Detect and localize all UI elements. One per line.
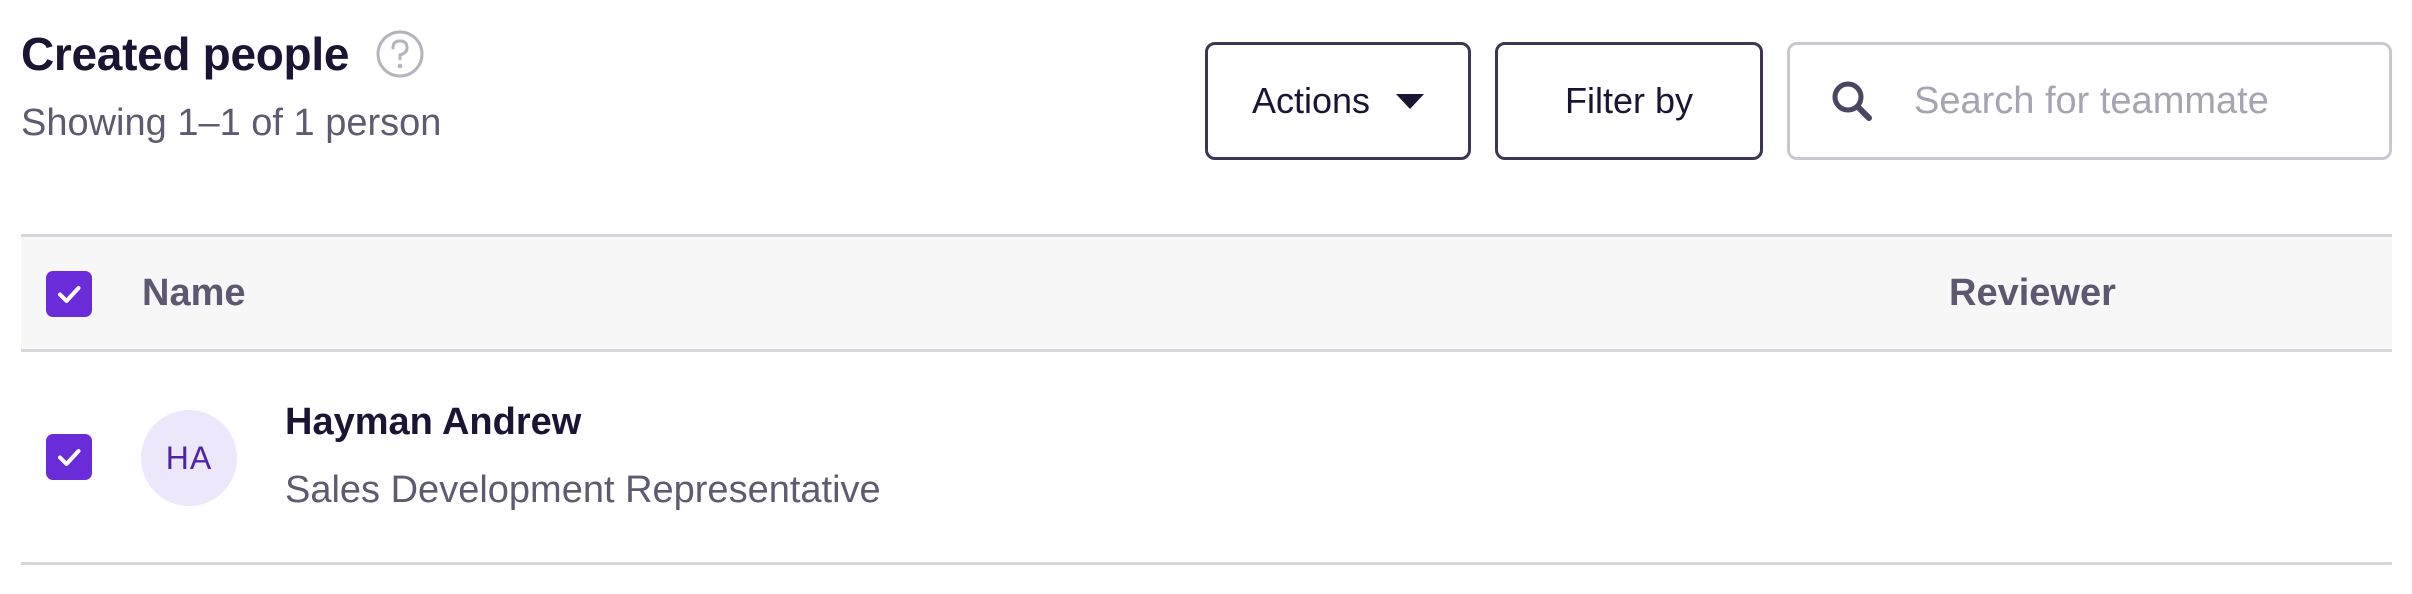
question-circle-icon[interactable]	[375, 29, 425, 79]
results-count: Showing 1–1 of 1 person	[21, 102, 442, 144]
title-row: Created people	[21, 26, 425, 82]
search-box[interactable]	[1787, 42, 2392, 160]
page-title: Created people	[21, 28, 350, 80]
caret-down-icon	[1396, 93, 1425, 109]
filter-by-button[interactable]: Filter by	[1495, 42, 1763, 160]
search-icon	[1830, 79, 1874, 123]
column-header-reviewer[interactable]: Reviewer	[1949, 267, 2116, 319]
table-row[interactable]: HA Hayman Andrew Sales Development Repre…	[21, 352, 2392, 565]
table-header: Name Reviewer	[21, 234, 2392, 352]
actions-button-label: Actions	[1251, 80, 1371, 121]
search-input[interactable]	[1912, 78, 2376, 124]
created-people-panel: Created people Showing 1–1 of 1 person A…	[0, 0, 2412, 594]
select-all-checkbox[interactable]	[46, 271, 92, 317]
filter-by-button-label: Filter by	[1564, 80, 1694, 121]
person-name[interactable]: Hayman Andrew	[285, 398, 581, 446]
avatar: HA	[141, 410, 237, 506]
people-table: Name Reviewer HA Hayman Andrew Sales Dev…	[21, 234, 2392, 565]
actions-button[interactable]: Actions	[1205, 42, 1471, 160]
checkmark-icon	[58, 449, 81, 466]
person-job-title: Sales Development Representative	[285, 469, 881, 511]
column-header-name[interactable]: Name	[142, 267, 246, 319]
checkmark-icon	[58, 286, 81, 303]
row-checkbox[interactable]	[46, 434, 92, 480]
